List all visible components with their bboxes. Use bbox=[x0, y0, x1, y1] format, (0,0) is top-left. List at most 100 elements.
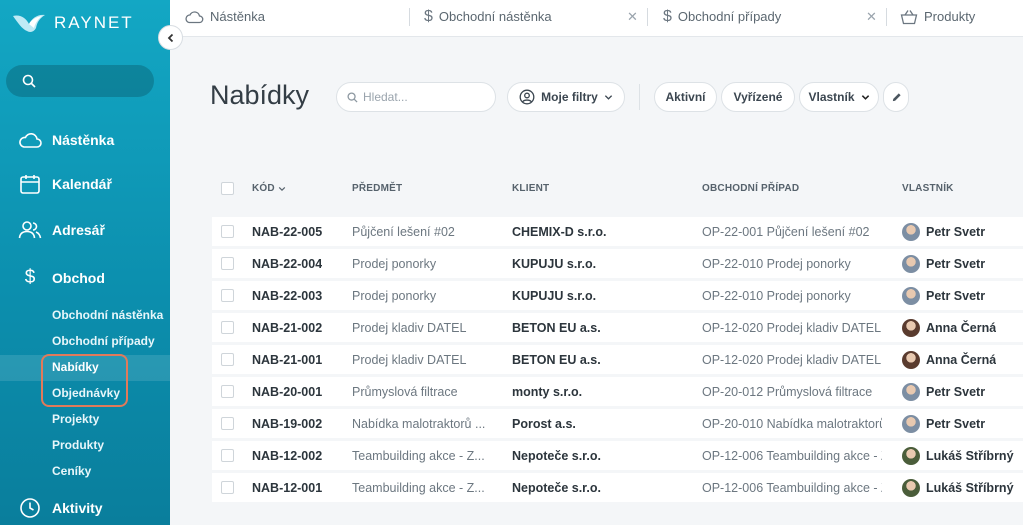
cell-client[interactable]: Porost a.s. bbox=[512, 417, 576, 431]
cell-client[interactable]: CHEMIX-D s.r.o. bbox=[512, 225, 606, 239]
basket-icon bbox=[900, 9, 918, 24]
row-checkbox[interactable] bbox=[221, 385, 234, 398]
filter-vlastnik-button[interactable]: Vlastník bbox=[799, 82, 879, 112]
row-checkbox[interactable] bbox=[221, 225, 234, 238]
cloud-icon bbox=[18, 128, 42, 152]
cell-client[interactable]: BETON EU a.s. bbox=[512, 353, 601, 367]
search-icon bbox=[347, 91, 358, 103]
avatar bbox=[902, 287, 920, 305]
table-row[interactable]: NAB-19-002 Nabídka malotraktorů ... Porost… bbox=[212, 409, 1023, 438]
row-checkbox[interactable] bbox=[221, 417, 234, 430]
close-tab-icon[interactable]: ✕ bbox=[866, 9, 877, 25]
nav-item-nastenka[interactable]: Nástěnka bbox=[18, 128, 114, 152]
subnav-obchodni-pripady[interactable]: Obchodní případy bbox=[52, 334, 155, 348]
nav-label: Adresář bbox=[52, 222, 105, 238]
tab-separator bbox=[886, 8, 887, 26]
owner-name: Petr Svetr bbox=[926, 257, 986, 271]
my-filters-button[interactable]: Moje filtry bbox=[507, 82, 625, 112]
cell-owner: Lukáš Stříbrný bbox=[902, 479, 1014, 497]
close-tab-icon[interactable]: ✕ bbox=[627, 9, 638, 25]
cell-code[interactable]: NAB-22-004 bbox=[252, 257, 322, 271]
cell-code[interactable]: NAB-22-003 bbox=[252, 289, 322, 303]
table-row[interactable]: NAB-12-001 Teambuilding akce - Z... Nepote… bbox=[212, 473, 1023, 502]
subnav-obchodni-nastenka[interactable]: Obchodní nástěnka bbox=[52, 308, 163, 322]
nav-item-obchod[interactable]: $ Obchod bbox=[18, 266, 105, 290]
highlight-annotation bbox=[41, 354, 128, 407]
cell-code[interactable]: NAB-19-002 bbox=[252, 417, 322, 431]
sidebar-search[interactable] bbox=[6, 65, 154, 97]
cell-case[interactable]: OP-12-020 Prodej kladiv DATEL bbox=[702, 321, 882, 335]
user-circle-icon bbox=[519, 89, 535, 105]
cell-case[interactable]: OP-20-012 Průmyslová filtrace bbox=[702, 385, 882, 399]
table-row[interactable]: NAB-22-005 Půjčení lešení #02 CHEMIX-D s.r… bbox=[212, 217, 1023, 246]
avatar bbox=[902, 255, 920, 273]
nav-label: Aktivity bbox=[52, 500, 103, 516]
search-input[interactable] bbox=[363, 90, 483, 104]
cell-code[interactable]: NAB-12-001 bbox=[252, 481, 322, 495]
avatar bbox=[902, 383, 920, 401]
filter-label: Aktivní bbox=[665, 90, 706, 104]
cloud-icon bbox=[185, 10, 204, 23]
raynet-logo[interactable]: RAYNET bbox=[12, 10, 134, 36]
cell-code[interactable]: NAB-22-005 bbox=[252, 225, 322, 239]
tab-obchodni-nastenka[interactable]: $ Obchodní nástěnka bbox=[424, 0, 552, 33]
select-all-checkbox[interactable] bbox=[221, 182, 234, 195]
cell-case[interactable]: OP-22-010 Prodej ponorky bbox=[702, 289, 882, 303]
row-checkbox[interactable] bbox=[221, 321, 234, 334]
row-checkbox[interactable] bbox=[221, 481, 234, 494]
tab-nastenka[interactable]: Nástěnka bbox=[184, 0, 265, 33]
column-header-case[interactable]: OBCHODNÍ PŘÍPAD bbox=[702, 183, 799, 194]
table-row[interactable]: NAB-12-002 Teambuilding akce - Z... Nepote… bbox=[212, 441, 1023, 470]
cell-client[interactable]: Nepoteče s.r.o. bbox=[512, 449, 601, 463]
cell-client[interactable]: KUPUJU s.r.o. bbox=[512, 257, 596, 271]
nav-item-adresar[interactable]: Adresář bbox=[18, 218, 105, 242]
tab-produkty[interactable]: Produkty bbox=[900, 0, 975, 33]
cell-code[interactable]: NAB-20-001 bbox=[252, 385, 322, 399]
row-checkbox[interactable] bbox=[221, 289, 234, 302]
tab-label: Obchodní nástěnka bbox=[438, 9, 552, 24]
cell-case[interactable]: OP-22-010 Prodej ponorky bbox=[702, 257, 882, 271]
cell-client[interactable]: Nepoteče s.r.o. bbox=[512, 481, 601, 495]
row-checkbox[interactable] bbox=[221, 257, 234, 270]
cell-case[interactable]: OP-22-001 Půjčení lešení #02 bbox=[702, 225, 882, 239]
filter-vyrizene-button[interactable]: Vyřízené bbox=[721, 82, 795, 112]
subnav-ceniky[interactable]: Ceníky bbox=[52, 464, 91, 478]
cell-client[interactable]: KUPUJU s.r.o. bbox=[512, 289, 596, 303]
contacts-icon bbox=[18, 218, 42, 242]
collapse-sidebar-button[interactable] bbox=[158, 25, 183, 50]
row-checkbox[interactable] bbox=[221, 449, 234, 462]
page-title: Nabídky bbox=[210, 80, 310, 110]
filter-aktivni-button[interactable]: Aktivní bbox=[654, 82, 717, 112]
column-header-client[interactable]: KLIENT bbox=[512, 183, 549, 194]
owner-name: Anna Černá bbox=[926, 353, 997, 367]
cell-case[interactable]: OP-20-010 Nabídka malotraktorů bbox=[702, 417, 882, 431]
cell-case[interactable]: OP-12-006 Teambuilding akce - Z bbox=[702, 449, 882, 463]
nav-item-kalendar[interactable]: Kalendář bbox=[18, 172, 112, 196]
table-row[interactable]: NAB-21-001 Prodej kladiv DATEL BETON EU a.… bbox=[212, 345, 1023, 374]
cell-code[interactable]: NAB-12-002 bbox=[252, 449, 322, 463]
cell-client[interactable]: BETON EU a.s. bbox=[512, 321, 601, 335]
cell-client[interactable]: monty s.r.o. bbox=[512, 385, 582, 399]
nav-item-aktivity[interactable]: Aktivity bbox=[18, 496, 103, 520]
cell-case[interactable]: OP-12-006 Teambuilding akce - Z bbox=[702, 481, 882, 495]
edit-filters-button[interactable] bbox=[883, 82, 909, 112]
sidebar: RAYNET Nástěnka Kalendář Adresář $ Obcho… bbox=[0, 0, 170, 525]
table-row[interactable]: NAB-20-001 Průmyslová filtrace monty s.r.o… bbox=[212, 377, 1023, 406]
subnav-projekty[interactable]: Projekty bbox=[52, 412, 99, 426]
search-field[interactable] bbox=[336, 82, 496, 112]
column-header-owner[interactable]: VLASTNÍK bbox=[902, 183, 954, 194]
avatar bbox=[902, 447, 920, 465]
cell-code[interactable]: NAB-21-001 bbox=[252, 353, 322, 367]
column-header-code[interactable]: KÓD bbox=[252, 183, 286, 194]
cell-case[interactable]: OP-12-020 Prodej kladiv DATEL bbox=[702, 353, 882, 367]
filter-label: Vyřízené bbox=[733, 90, 783, 104]
row-checkbox[interactable] bbox=[221, 353, 234, 366]
cell-code[interactable]: NAB-21-002 bbox=[252, 321, 322, 335]
table-row[interactable]: NAB-21-002 Prodej kladiv DATEL BETON EU a.… bbox=[212, 313, 1023, 342]
table-row[interactable]: NAB-22-004 Prodej ponorky KUPUJU s.r.o. OP-… bbox=[212, 249, 1023, 278]
tab-obchodni-pripady[interactable]: $ Obchodní případy bbox=[663, 0, 781, 33]
subnav-produkty[interactable]: Produkty bbox=[52, 438, 104, 452]
column-header-subject[interactable]: PŘEDMĚT bbox=[352, 183, 402, 194]
table-row[interactable]: NAB-22-003 Prodej ponorky KUPUJU s.r.o. OP-… bbox=[212, 281, 1023, 310]
avatar bbox=[902, 351, 920, 369]
